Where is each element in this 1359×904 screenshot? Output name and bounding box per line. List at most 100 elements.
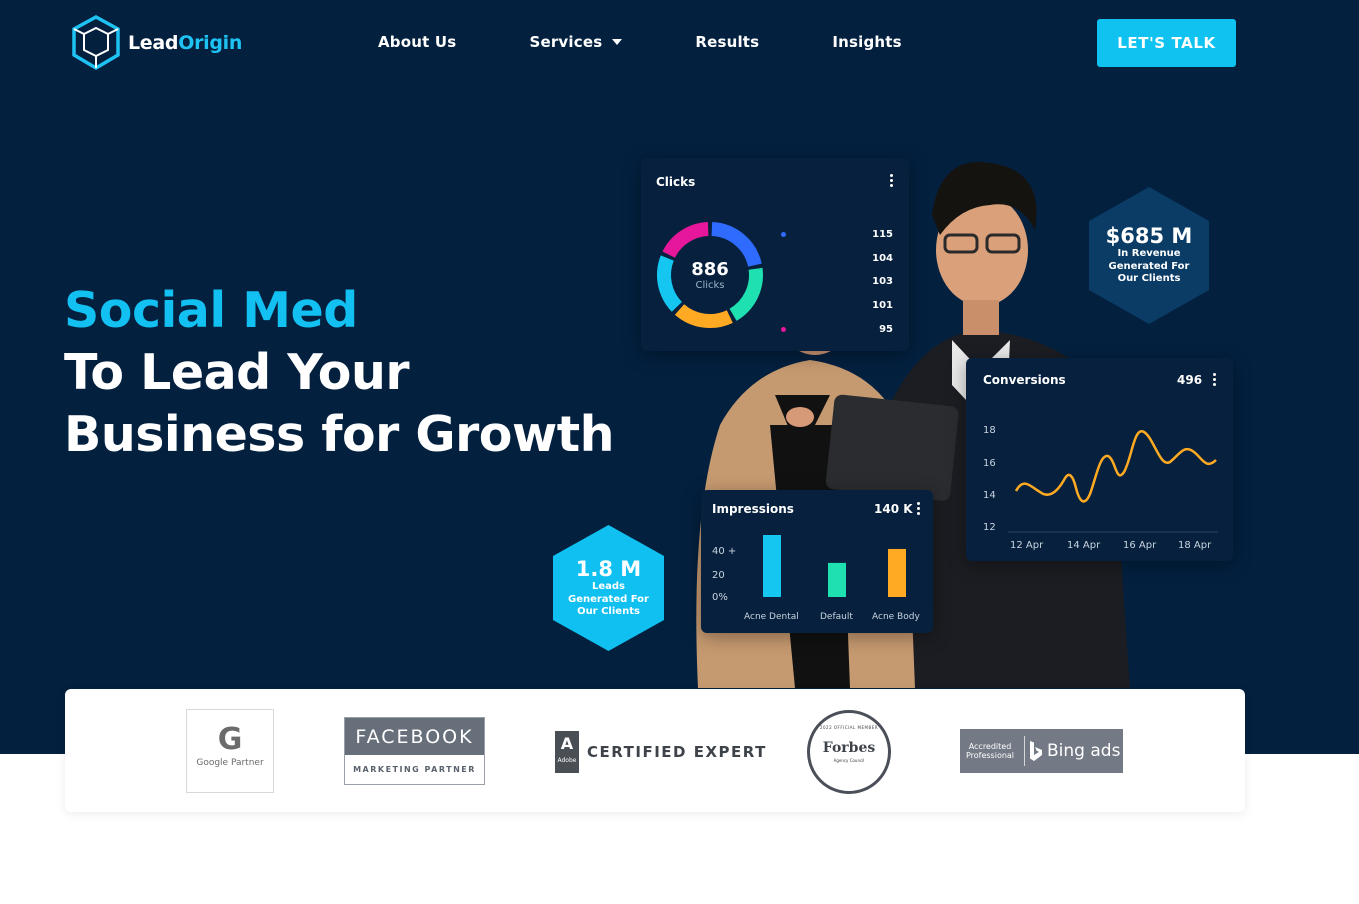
x-tick-label: 12 Apr (1010, 540, 1044, 551)
clicks-card: Clicks 886 Clicks 115 104 103 101 95 (641, 158, 909, 351)
nav-results-label: Results (695, 33, 760, 51)
clicks-donut-center: 886 Clicks (666, 259, 754, 292)
conversions-series-line (1014, 430, 1217, 503)
forbes-wordmark: Forbes (822, 740, 876, 756)
y-tick-label: 14 (983, 490, 996, 501)
nav-insights-label: Insights (832, 33, 902, 51)
legend-value: 104 (872, 252, 893, 264)
more-vertical-icon[interactable] (890, 174, 894, 189)
google-g-icon: G (217, 722, 243, 757)
main-nav: About Us Services Results Insights (378, 33, 902, 51)
revenue-stat: $685 M In Revenue Generated For Our Clie… (1089, 224, 1209, 286)
nav-about-us-label: About Us (378, 33, 457, 51)
bing-accredited: Accredited Professional (960, 742, 1020, 760)
nav-results[interactable]: Results (695, 33, 759, 51)
clicks-total: 886 (691, 259, 729, 280)
nav-services-label: Services (529, 33, 603, 51)
conversions-card: Conversions 496 18 16 14 12 12 Apr 14 Ap… (966, 358, 1233, 561)
leads-stat-label-3: Our Clients (577, 606, 640, 617)
legend-value: 103 (872, 276, 893, 288)
revenue-stat-value: $685 M (1105, 224, 1193, 248)
leads-stat: 1.8 M Leads Generated For Our Clients (553, 557, 664, 619)
clicks-total-label: Clicks (695, 280, 725, 291)
adobe-certified-label: CERTIFIED EXPERT (587, 743, 767, 761)
bing-ads-label: Bing ads (1047, 741, 1121, 761)
y-tick-label: 16 (983, 458, 996, 469)
facebook-title: FACEBOOK (345, 718, 484, 755)
y-tick-label: 12 (983, 522, 996, 533)
clicks-legend: 115 104 103 101 95 (781, 223, 893, 341)
bing-ads-badge: Accredited Professional Bing ads (960, 729, 1123, 773)
impressions-bar (888, 548, 906, 597)
y-tick-label: 20 (712, 570, 725, 581)
logo-text-lead: Lead (128, 32, 179, 54)
bing-b-icon (1030, 741, 1042, 761)
revenue-stat-label-2: Generated For (1108, 260, 1190, 272)
y-tick-label: 18 (983, 425, 996, 436)
impressions-card: Impressions 140 K 40 + 20 0% Acne Dental… (701, 490, 933, 633)
bing-divider (1024, 736, 1025, 766)
legend-row: 101 (781, 294, 893, 318)
bing-accredited-line2: Professional (965, 751, 1015, 760)
impressions-bar (828, 562, 846, 597)
conversions-line-chart: 18 16 14 12 12 Apr 14 Apr 16 Apr 18 Apr (983, 425, 1218, 551)
clicks-card-title: Clicks (656, 175, 696, 189)
category-label: Acne Body (872, 612, 920, 622)
x-tick-label: 18 Apr (1178, 540, 1212, 551)
google-partner-badge: G Google Partner (186, 709, 274, 793)
y-tick-label: 40 + (712, 546, 736, 557)
legend-value: 95 (879, 323, 893, 335)
legend-value: 115 (872, 229, 893, 241)
nav-about-us[interactable]: About Us (378, 33, 456, 51)
forbes-top-label: 2022 OFFICIAL MEMBER (819, 725, 879, 730)
bing-accredited-line1: Accredited (968, 742, 1012, 751)
hero-headline-accent: Social Med (64, 282, 358, 339)
facebook-partner-badge: FACEBOOK MARKETING PARTNER (344, 717, 485, 785)
x-tick-label: 16 Apr (1123, 540, 1157, 551)
donut-segment (662, 222, 709, 259)
logo-text-origin: Origin (178, 32, 243, 54)
nav-services[interactable]: Services (529, 33, 623, 51)
hero-headline: Social Med To Lead Your Business for Gro… (64, 280, 615, 466)
cube-logo-icon (72, 15, 120, 71)
legend-dot (781, 232, 786, 238)
legend-row: 104 (781, 247, 893, 271)
impressions-bar-chart: 40 + 20 0% Acne Dental Default Acne Body (712, 535, 920, 622)
adobe-logo-sub: Adobe (557, 757, 577, 764)
category-label: Acne Dental (744, 612, 799, 622)
lets-talk-button[interactable]: LET'S TALK (1097, 19, 1236, 67)
nav-insights[interactable]: Insights (832, 33, 901, 51)
legend-dot (781, 303, 786, 308)
legend-row: 95 (781, 317, 893, 341)
hero-headline-line3: Business for Growth (64, 406, 615, 463)
facebook-subtitle: MARKETING PARTNER (353, 765, 476, 774)
revenue-stat-label-1: In Revenue (1117, 248, 1181, 259)
leads-stat-label-2: Generated For (567, 593, 649, 605)
legend-dot (781, 256, 786, 261)
adobe-logo-icon: A Adobe (555, 731, 579, 773)
category-label: Default (820, 612, 853, 622)
logo[interactable]: LeadOrigin (70, 14, 242, 72)
hero-headline-line2: To Lead Your (64, 344, 410, 401)
legend-row: 103 (781, 270, 893, 294)
leads-stat-value: 1.8 M (575, 557, 642, 581)
x-tick-label: 14 Apr (1067, 540, 1101, 551)
legend-dot (781, 279, 786, 284)
forbes-sub-label: Agency Council (833, 758, 865, 763)
legend-value: 101 (872, 300, 893, 312)
adobe-certified-badge: A Adobe CERTIFIED EXPERT (555, 731, 767, 773)
leads-stat-label-1: Leads (591, 581, 625, 592)
bing-ads-logo: Bing ads (1029, 740, 1120, 762)
logo-wordmark: LeadOrigin (128, 32, 242, 54)
legend-row: 115 (781, 223, 893, 247)
revenue-stat-label-3: Our Clients (1117, 273, 1181, 284)
donut-segment (674, 303, 733, 328)
google-partner-label: Google Partner (196, 758, 264, 768)
adobe-logo-letter: A (560, 734, 574, 753)
legend-dot (781, 326, 786, 332)
forbes-council-badge: 2022 OFFICIAL MEMBER Forbes Agency Counc… (807, 710, 891, 794)
impressions-bar (763, 535, 781, 597)
partners-strip: G Google Partner FACEBOOK MARKETING PART… (65, 689, 1245, 812)
chevron-down-icon (612, 39, 623, 45)
y-tick-label: 0% (712, 592, 728, 603)
